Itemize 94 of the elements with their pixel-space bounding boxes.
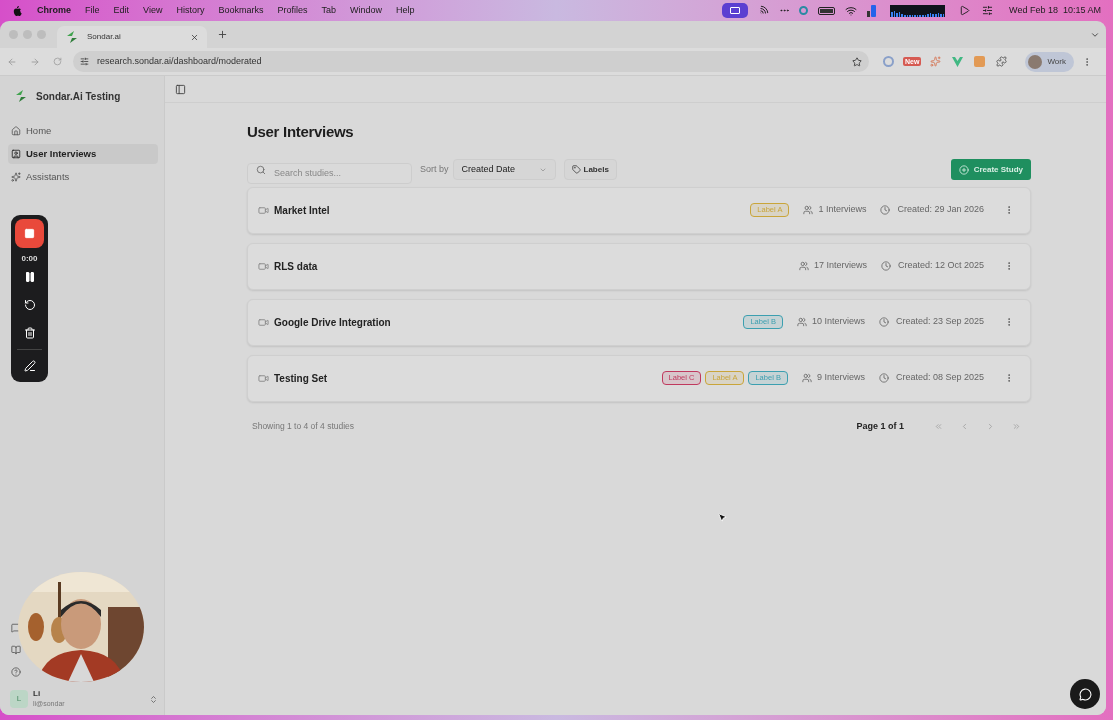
cpu-graph-icon[interactable] [890, 4, 946, 17]
results-summary: Showing 1 to 4 of 4 studies [252, 419, 355, 433]
clock-icon [878, 373, 889, 383]
created-date: Created: 29 Jan 2026 [897, 203, 984, 217]
stop-icon [24, 228, 35, 239]
sidebar-item[interactable]: Home [8, 121, 158, 141]
help-icon[interactable] [11, 667, 21, 677]
menu-time: 10:15 AM [1062, 3, 1101, 17]
menu-date: Wed Feb 18 [1009, 3, 1058, 17]
sidebar-toggle-icon[interactable] [175, 83, 186, 95]
wifi-icon[interactable] [845, 4, 858, 17]
extension-icon[interactable] [974, 56, 986, 67]
study-card[interactable]: RLS data 17 Interviews Created: 12 Oct 2025 [247, 242, 1031, 290]
browser-tab[interactable]: Sondar.ai [57, 26, 207, 48]
created-date: Created: 23 Sep 2025 [895, 315, 984, 329]
expand-icon[interactable] [149, 694, 158, 704]
labels-button[interactable]: Labels [563, 159, 617, 180]
study-name: RLS data [274, 259, 318, 274]
sort-label: Sort by [420, 162, 449, 176]
interview-count: 17 Interviews [813, 259, 867, 273]
delete-icon[interactable] [23, 327, 36, 339]
people-icon [796, 317, 807, 327]
nav-icon [11, 172, 21, 182]
address-bar[interactable]: research.sondar.ai/dashboard/moderated [73, 51, 869, 72]
created-date: Created: 08 Sep 2025 [895, 371, 984, 385]
stop-button[interactable] [15, 219, 44, 248]
restart-icon[interactable] [23, 299, 36, 311]
people-icon [798, 261, 809, 271]
sort-select[interactable]: Created Date [452, 159, 556, 180]
page-indicator: Page 1 of 1 [856, 419, 904, 433]
clock-icon [880, 261, 891, 271]
interview-count: 9 Interviews [816, 371, 865, 385]
video-icon [258, 260, 269, 272]
bookmark-icon[interactable] [852, 56, 862, 67]
workspace-name[interactable]: Sondar.Ai Testing [36, 88, 121, 104]
menu-item[interactable]: Profiles [277, 3, 308, 18]
logo-icon [14, 89, 28, 103]
menu-item[interactable]: Tab [321, 3, 336, 18]
created-date: Created: 12 Oct 2025 [897, 259, 984, 273]
cursor-icon [717, 512, 728, 523]
docs-icon[interactable] [11, 645, 21, 655]
recording-time: 0:00 [21, 253, 38, 265]
interview-count: 10 Interviews [811, 315, 865, 329]
menu-item[interactable]: Help [396, 3, 415, 18]
interview-count: 1 Interviews [818, 203, 867, 217]
vue-extension-icon[interactable] [952, 56, 964, 67]
menu-item[interactable]: Edit [113, 3, 130, 18]
nav-icon [11, 126, 21, 136]
apple-icon[interactable] [12, 5, 22, 16]
menu-item[interactable]: Window [349, 3, 382, 18]
close-tab-icon[interactable] [190, 32, 199, 42]
video-icon [258, 204, 269, 216]
sidebar-item[interactable]: User Interviews [8, 144, 158, 164]
menu-item[interactable]: File [85, 3, 100, 18]
draw-icon[interactable] [23, 360, 36, 372]
study-name: Market Intel [274, 203, 330, 218]
reload-icon[interactable] [53, 57, 62, 66]
menu-item[interactable]: History [176, 3, 205, 18]
user-avatar: L [10, 690, 28, 708]
profile-avatar [1028, 54, 1043, 69]
user-name: Li [33, 689, 42, 699]
tag-icon [571, 165, 581, 174]
create-study-button[interactable]: Create Study [950, 159, 1031, 180]
people-icon [801, 373, 812, 383]
battery-icon[interactable] [818, 6, 836, 15]
new-tab-icon[interactable] [217, 29, 228, 40]
video-icon [258, 316, 269, 328]
play-icon[interactable] [959, 5, 971, 16]
search-field[interactable]: Search studies... [247, 162, 412, 184]
forward-icon[interactable] [30, 56, 40, 67]
sidebar-item[interactable]: Assistants [8, 167, 158, 187]
study-name: Google Drive Integration [274, 315, 391, 330]
nav-icon [11, 149, 21, 159]
page-title: User Interviews [247, 122, 355, 142]
profile-button[interactable]: Work [1025, 51, 1074, 72]
study-name: Testing Set [274, 371, 328, 386]
pause-icon[interactable] [23, 271, 36, 283]
extension-icon[interactable] [883, 56, 894, 67]
chat-icon [1078, 687, 1092, 701]
site-settings-icon[interactable] [80, 57, 89, 66]
logo-icon [65, 30, 79, 44]
menu-app-name[interactable]: Chrome [37, 3, 71, 18]
menu-item[interactable]: View [143, 3, 163, 18]
clock-icon [880, 205, 891, 215]
clock-icon [878, 317, 889, 327]
menu-item[interactable]: Bookmarks [218, 3, 264, 18]
extensions-icon[interactable] [996, 56, 1008, 67]
screen-share-icon[interactable] [722, 3, 749, 18]
people-icon [803, 205, 814, 215]
video-icon [258, 372, 269, 384]
extension-icon[interactable] [930, 56, 942, 67]
back-icon[interactable] [7, 56, 17, 67]
plus-circle-icon [958, 164, 969, 175]
control-center-icon[interactable] [982, 5, 994, 16]
